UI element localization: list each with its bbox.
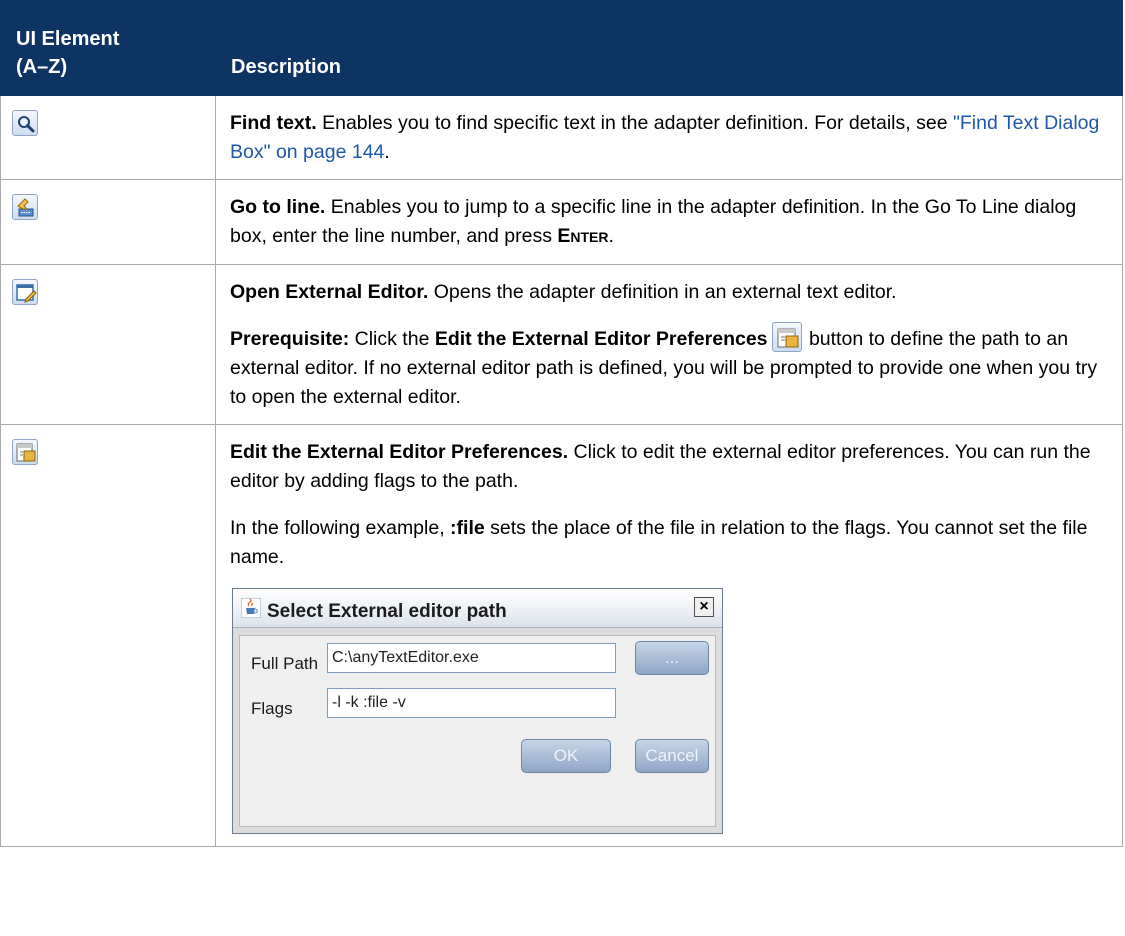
row-title: Edit the External Editor Preferences. (230, 441, 569, 463)
table-row: Find text. Enables you to find specific … (0, 95, 1123, 180)
enter-key-rest: NTER (570, 229, 609, 245)
row-text: Opens the adapter definition in an exter… (428, 281, 897, 303)
prerequisite-text: Click the (349, 328, 435, 350)
row-title: Open External Editor. (230, 281, 429, 303)
row-text-end: . (608, 225, 614, 247)
prerequisite-bold: Edit the External Editor Preferences (434, 328, 768, 350)
header-ui-element: UI Element (A–Z) (0, 0, 216, 96)
enter-key-first: E (557, 225, 571, 247)
row-text-end: . (384, 141, 390, 163)
table-header-row: UI Element (A–Z) Description (0, 0, 1123, 96)
open-external-editor-icon[interactable] (12, 278, 38, 305)
select-external-editor-dialog: Select External editor path × Full Path … (232, 588, 723, 834)
row-description: Edit the External Editor Preferences. Cl… (215, 424, 1123, 847)
row-text: Enables you to jump to a specific line i… (230, 196, 1077, 247)
dialog-title-bar: Select External editor path × (233, 589, 722, 628)
cancel-button[interactable]: Cancel (635, 739, 709, 773)
full-path-input[interactable]: C:\anyTextEditor.exe (327, 643, 616, 673)
edit-preferences-icon[interactable] (771, 321, 802, 352)
go-to-line-icon[interactable] (12, 193, 38, 220)
description-paragraph: Edit the External Editor Preferences. Cl… (230, 438, 1104, 496)
row-description: Find text. Enables you to find specific … (215, 95, 1123, 180)
row-icon-cell (0, 264, 216, 425)
description-paragraph: Find text. Enables you to find specific … (230, 109, 1104, 167)
prerequisite-label: Prerequisite: (230, 328, 350, 350)
flags-label: Flags (251, 699, 293, 718)
header-ui-element-line1: UI Element (16, 28, 120, 50)
browse-button[interactable]: ... (635, 641, 709, 675)
ui-elements-table: UI Element (A–Z) Description Find text. … (0, 0, 1123, 847)
dialog-title: Select External editor path (267, 601, 507, 622)
example-paragraph: In the following example, :file sets the… (230, 514, 1104, 572)
close-icon[interactable]: × (694, 597, 714, 617)
table-row: Go to line. Enables you to jump to a spe… (0, 179, 1123, 265)
dialog-body: Full Path C:\anyTextEditor.exe ... Flags… (239, 635, 716, 827)
row-description: Go to line. Enables you to jump to a spe… (215, 179, 1123, 265)
row-icon-cell (0, 424, 216, 847)
table-row: Edit the External Editor Preferences. Cl… (0, 424, 1123, 847)
row-title: Find text. (230, 112, 317, 134)
row-description: Open External Editor. Opens the adapter … (215, 264, 1123, 425)
description-paragraph: Open External Editor. Opens the adapter … (230, 278, 1104, 307)
table-row: Open External Editor. Opens the adapter … (0, 264, 1123, 425)
flags-input[interactable]: -l -k :file -v (327, 688, 616, 718)
enter-key-label: ENTER (557, 225, 608, 247)
row-text: Enables you to find specific text in the… (316, 112, 953, 134)
example-text: In the following example, (230, 517, 451, 539)
row-icon-cell (0, 179, 216, 265)
ok-button[interactable]: OK (521, 739, 611, 773)
full-path-label: Full Path (251, 654, 319, 673)
description-paragraph: Go to line. Enables you to jump to a spe… (230, 193, 1104, 252)
java-cup-icon (241, 598, 261, 618)
row-title: Go to line. (230, 196, 326, 218)
header-ui-element-line2: (A–Z) (16, 56, 68, 78)
example-bold: :file (450, 517, 485, 539)
header-description: Description (215, 0, 1123, 96)
find-text-icon[interactable] (12, 109, 38, 136)
prerequisite-paragraph: Prerequisite: Click the Edit the Externa… (230, 321, 1104, 412)
edit-preferences-icon[interactable] (12, 438, 38, 465)
row-icon-cell (0, 95, 216, 180)
